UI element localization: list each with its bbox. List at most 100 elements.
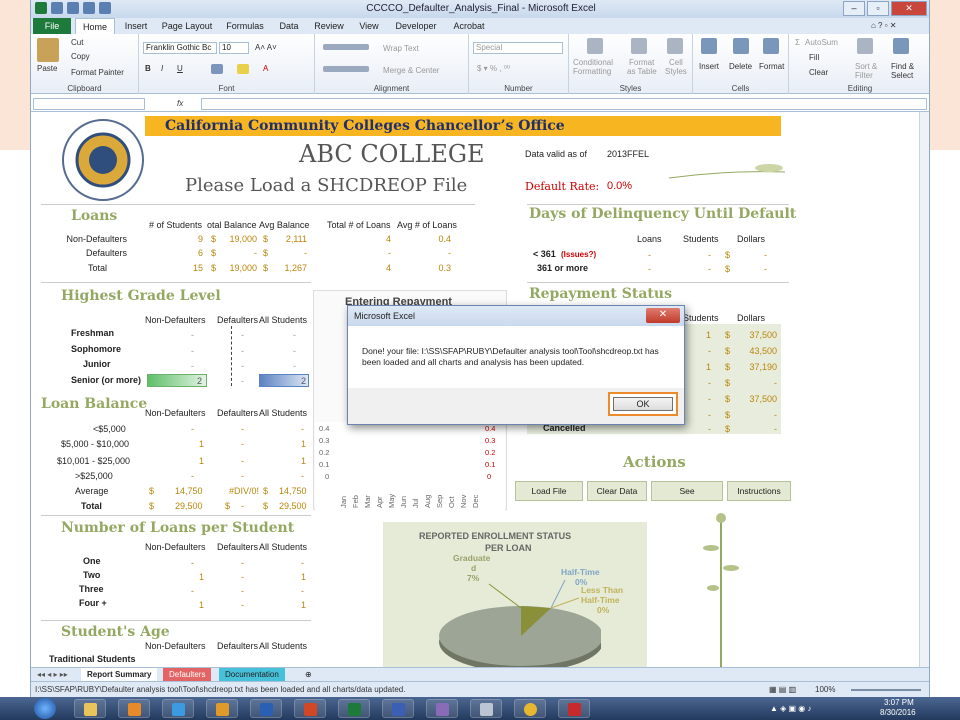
format-cells-icon[interactable] [763, 38, 779, 54]
cell-styles-icon[interactable] [667, 38, 683, 54]
format-painter-button[interactable]: Format Painter [71, 68, 124, 77]
clear-data-button[interactable]: Clear Data [587, 481, 647, 501]
autosum-icon[interactable]: Σ [795, 38, 800, 47]
tab-page-layout[interactable]: Page Layout [159, 18, 215, 34]
clock-time[interactable]: 3:07 PM [884, 698, 914, 707]
underline-icon[interactable]: U [177, 64, 183, 73]
clear-button[interactable]: Clear [809, 68, 828, 77]
font-name-field[interactable]: Franklin Gothic Bc [143, 42, 217, 54]
load-file-button[interactable]: Load File [515, 481, 583, 501]
currency-icon[interactable]: $ ▾ % , ⁰⁰ [477, 64, 510, 73]
format-as-table-button[interactable]: Format [629, 58, 654, 67]
tab-insert[interactable]: Insert [119, 18, 153, 34]
acrobat-icon[interactable] [558, 699, 590, 718]
new-sheet-icon[interactable]: ⊕ [299, 668, 318, 681]
visio-icon[interactable] [382, 699, 414, 718]
conditional-formatting-icon[interactable] [587, 38, 603, 54]
chrome-icon[interactable] [514, 699, 546, 718]
tab-view[interactable]: View [355, 18, 383, 34]
name-box[interactable] [33, 98, 145, 110]
paste-icon[interactable] [37, 38, 59, 62]
tab-scroll-icon[interactable]: ◂◂ ◂ ▸ ▸▸ [31, 668, 74, 681]
conditional-formatting-button[interactable]: Conditional [573, 58, 613, 67]
wrap-text-button[interactable]: Wrap Text [383, 44, 419, 53]
delete-cells-button[interactable]: Delete [729, 62, 752, 71]
tab-acrobat[interactable]: Acrobat [449, 18, 489, 34]
restore-icon[interactable]: ▫ [867, 1, 889, 16]
view-normal-icon[interactable]: ▦ ▤ ▥ [769, 685, 796, 694]
vertical-align-icon[interactable] [323, 44, 369, 50]
font-size-field[interactable]: 10 [219, 42, 249, 54]
monthly-chart[interactable]: 0.4 0.3 0.2 0.1 0 0.4 0.3 0.2 0.1 0 Jan F… [315, 422, 505, 512]
vertical-scrollbar[interactable] [919, 112, 929, 667]
delete-cells-icon[interactable] [733, 38, 749, 54]
font-grow-icon[interactable]: A˄ A˅ [255, 43, 277, 52]
media-player-icon[interactable] [118, 699, 150, 718]
tab-defaulters[interactable]: Defaulters [163, 668, 212, 681]
tab-developer[interactable]: Developer [391, 18, 441, 34]
loans-title: Loans [71, 208, 118, 224]
calculator-icon[interactable] [470, 699, 502, 718]
tab-home[interactable]: Home [75, 18, 115, 34]
loans-row-students: 6 [197, 248, 203, 258]
wheat-decoration-icon [668, 164, 786, 179]
instructions-button[interactable]: Instructions [727, 481, 791, 501]
tab-formulas[interactable]: Formulas [223, 18, 267, 34]
loans-row-nloans: 4 [385, 263, 391, 273]
ie-icon[interactable] [162, 699, 194, 718]
sort-filter-icon[interactable] [857, 38, 873, 54]
find-select-button[interactable]: Find & [891, 62, 914, 71]
paint-icon[interactable] [426, 699, 458, 718]
close-icon[interactable]: ✕ [891, 1, 927, 16]
ok-button[interactable]: OK [613, 397, 673, 411]
fx-icon[interactable]: fx [177, 99, 183, 108]
find-select-button-line2[interactable]: Select [891, 71, 913, 80]
tab-data[interactable]: Data [275, 18, 303, 34]
dialog-close-icon[interactable]: ✕ [646, 308, 680, 323]
explorer-icon[interactable] [74, 699, 106, 718]
word-icon[interactable] [250, 699, 282, 718]
cell-styles-button-line2[interactable]: Styles [665, 67, 687, 76]
number-format-field[interactable]: Special [473, 42, 563, 54]
format-cells-button[interactable]: Format [759, 62, 784, 71]
sort-filter-button[interactable]: Sort & [855, 62, 877, 71]
bold-icon[interactable]: B [145, 64, 151, 73]
tab-review[interactable]: Review [311, 18, 347, 34]
font-color-icon[interactable]: A [263, 64, 268, 73]
conditional-formatting-button-line2[interactable]: Formatting [573, 67, 611, 76]
powerpoint-icon[interactable] [294, 699, 326, 718]
borders-icon[interactable] [211, 64, 223, 74]
help-icon[interactable]: ⌂ ? ▫ ✕ [871, 21, 897, 30]
horizontal-align-icon[interactable] [323, 66, 369, 72]
paste-button[interactable]: Paste [37, 64, 57, 73]
balance-row-all: 1 [301, 439, 307, 449]
format-as-table-icon[interactable] [631, 38, 647, 54]
fill-color-icon[interactable] [237, 64, 249, 74]
insert-cells-button[interactable]: Insert [699, 62, 719, 71]
find-select-icon[interactable] [893, 38, 909, 54]
minimize-icon[interactable]: – [843, 1, 865, 16]
merge-center-button[interactable]: Merge & Center [383, 66, 439, 75]
cut-button[interactable]: Cut [71, 38, 83, 47]
autosum-button[interactable]: AutoSum [805, 38, 838, 47]
sort-filter-button-line2[interactable]: Filter [855, 71, 873, 80]
excel-window: CCCCO_Defaulter_Analysis_Final - Microso… [30, 0, 930, 697]
outlook-icon[interactable] [206, 699, 238, 718]
zoom-level[interactable]: 100% [815, 685, 835, 694]
tab-file[interactable]: File [33, 18, 71, 34]
italic-icon[interactable]: I [161, 64, 163, 73]
see-button[interactable]: See [651, 481, 723, 501]
insert-cells-icon[interactable] [701, 38, 717, 54]
tray-icons[interactable]: ▲ ◈ ▣ ◉ ♪ [770, 704, 812, 713]
excel-icon[interactable] [338, 699, 370, 718]
formula-input[interactable] [201, 98, 927, 110]
clock-date[interactable]: 8/30/2016 [880, 708, 916, 717]
zoom-slider[interactable] [851, 689, 921, 691]
copy-button[interactable]: Copy [71, 52, 90, 61]
fill-button[interactable]: Fill [809, 53, 819, 62]
format-as-table-button-line2[interactable]: as Table [627, 67, 657, 76]
tab-documentation[interactable]: Documentation [219, 668, 285, 681]
start-icon[interactable] [34, 698, 56, 719]
cell-styles-button[interactable]: Cell [669, 58, 683, 67]
tab-report-summary[interactable]: Report Summary [81, 668, 158, 681]
